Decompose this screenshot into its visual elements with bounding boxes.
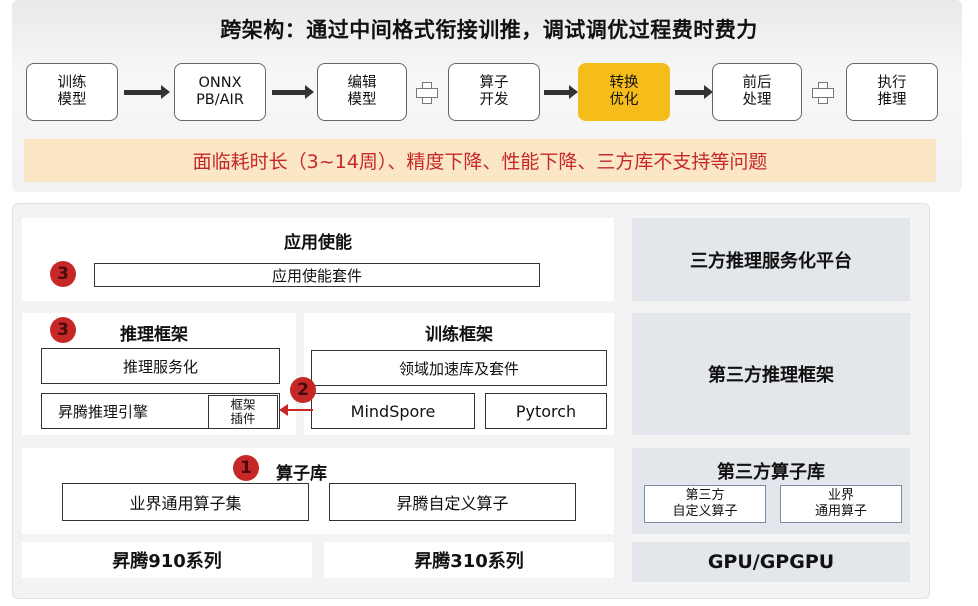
operator-library-title: 算子库 (276, 464, 327, 484)
step-line: PB/AIR (196, 92, 244, 108)
ascend-310-label: 昇腾310系列 (414, 551, 524, 572)
step-line: ONNX (198, 75, 242, 91)
third-party-operator-library-title: 第三方算子库 (717, 462, 825, 483)
flow-step-pre-post: 前后 处理 (712, 63, 802, 121)
flow-step-convert-optimize: 转换 优化 (578, 63, 670, 121)
plugin-line: 插件 (230, 411, 256, 426)
industry-common-ops: 业界通用算子集 (62, 483, 309, 521)
step-line: 执行 (877, 75, 907, 91)
inference-serving: 推理服务化 (41, 348, 280, 384)
step-badge: 3 (50, 317, 76, 343)
flow-step-edit-model: 编辑 模型 (317, 63, 407, 121)
step-line: 训练 (57, 75, 87, 91)
step-line: 处理 (742, 92, 772, 108)
step-badge: 2 (290, 377, 316, 403)
flow-arrow (272, 85, 314, 99)
third-party-common-ops: 业界 通用算子 (780, 485, 902, 523)
headline: 跨架构：通过中间格式衔接训推，调试调优过程费时费力 (220, 18, 758, 42)
flow-step-op-dev: 算子 开发 (448, 63, 540, 121)
step-line: 前后 (742, 75, 772, 91)
flow-arrow (124, 85, 170, 99)
ascend-910-card: 昇腾910系列 (22, 542, 312, 578)
pytorch-box: Pytorch (485, 393, 607, 429)
training-framework-title: 训练框架 (425, 325, 493, 345)
box-line: 自定义算子 (672, 504, 738, 519)
third-party-custom-ops: 第三方 自定义算子 (644, 485, 766, 523)
step-line: 编辑 (347, 75, 377, 91)
ascend-910-label: 昇腾910系列 (112, 551, 222, 572)
step-line: 模型 (57, 92, 87, 108)
plus-icon (812, 82, 834, 104)
box-line: 通用算子 (814, 504, 867, 519)
plugin-line: 框架 (230, 397, 256, 412)
engine-label: 昇腾推理引擎 (58, 402, 149, 421)
step-line: 优化 (609, 92, 639, 108)
third-party-serving-platform: 三方推理服务化平台 (632, 218, 910, 301)
mindspore-box: MindSpore (311, 393, 475, 429)
app-enable-title: 应用使能 (284, 233, 352, 253)
ascend-310-card: 昇腾310系列 (324, 542, 614, 578)
flow-arrow (544, 85, 578, 99)
gpu-gpgpu: GPU/GPGPU (632, 542, 910, 582)
step-line: 转换 (609, 75, 639, 91)
step-badge: 3 (50, 261, 76, 287)
app-enable-kit: 应用使能套件 (94, 263, 540, 287)
box-line: 业界 (827, 488, 854, 503)
step-line: 算子 (479, 75, 509, 91)
framework-plugin: 框架 插件 (208, 395, 278, 429)
inference-framework-title: 推理框架 (120, 325, 188, 345)
red-arrow-icon (279, 404, 313, 416)
box-line: 第三方 (685, 488, 725, 503)
step-badge: 1 (233, 455, 259, 481)
problem-bar: 面临耗时长（3~14周）、精度下降、性能下降、三方库不支持等问题 (24, 139, 936, 182)
ascend-custom-ops: 昇腾自定义算子 (329, 483, 576, 521)
plus-icon (416, 82, 438, 104)
flow-step-run-inference: 执行 推理 (846, 63, 938, 121)
domain-acceleration-kit: 领域加速库及套件 (311, 350, 607, 386)
step-line: 推理 (877, 92, 907, 108)
flow-arrow (675, 85, 713, 99)
flow-step-train-model: 训练 模型 (26, 63, 118, 121)
third-party-inference-framework: 第三方推理框架 (632, 313, 910, 435)
step-line: 开发 (479, 92, 509, 108)
step-line: 模型 (347, 92, 377, 108)
flow-step-onnx: ONNX PB/AIR (174, 63, 266, 121)
